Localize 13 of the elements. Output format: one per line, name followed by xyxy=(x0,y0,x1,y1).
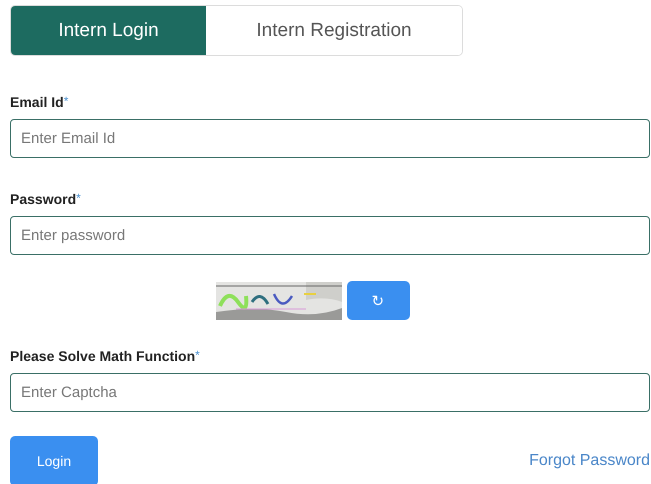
field-label: Please Solve Math Function xyxy=(10,348,196,364)
field-label: Password xyxy=(10,191,76,207)
refresh-button[interactable]: ↻ xyxy=(346,281,410,320)
input-field[interactable]: Enter Captcha xyxy=(10,373,650,412)
required-mark: * xyxy=(195,348,200,362)
forgot-password-link[interactable]: Forgot Password xyxy=(529,452,650,470)
required-mark: * xyxy=(76,191,81,205)
required-mark: * xyxy=(64,94,68,108)
input-field[interactable]: Enter Email Id xyxy=(10,119,650,158)
field-label: Email Id xyxy=(10,94,64,110)
login-button[interactable]: Login xyxy=(10,436,98,484)
input-field[interactable]: Enter password xyxy=(10,216,650,255)
tab[interactable]: Intern Login xyxy=(11,6,206,55)
